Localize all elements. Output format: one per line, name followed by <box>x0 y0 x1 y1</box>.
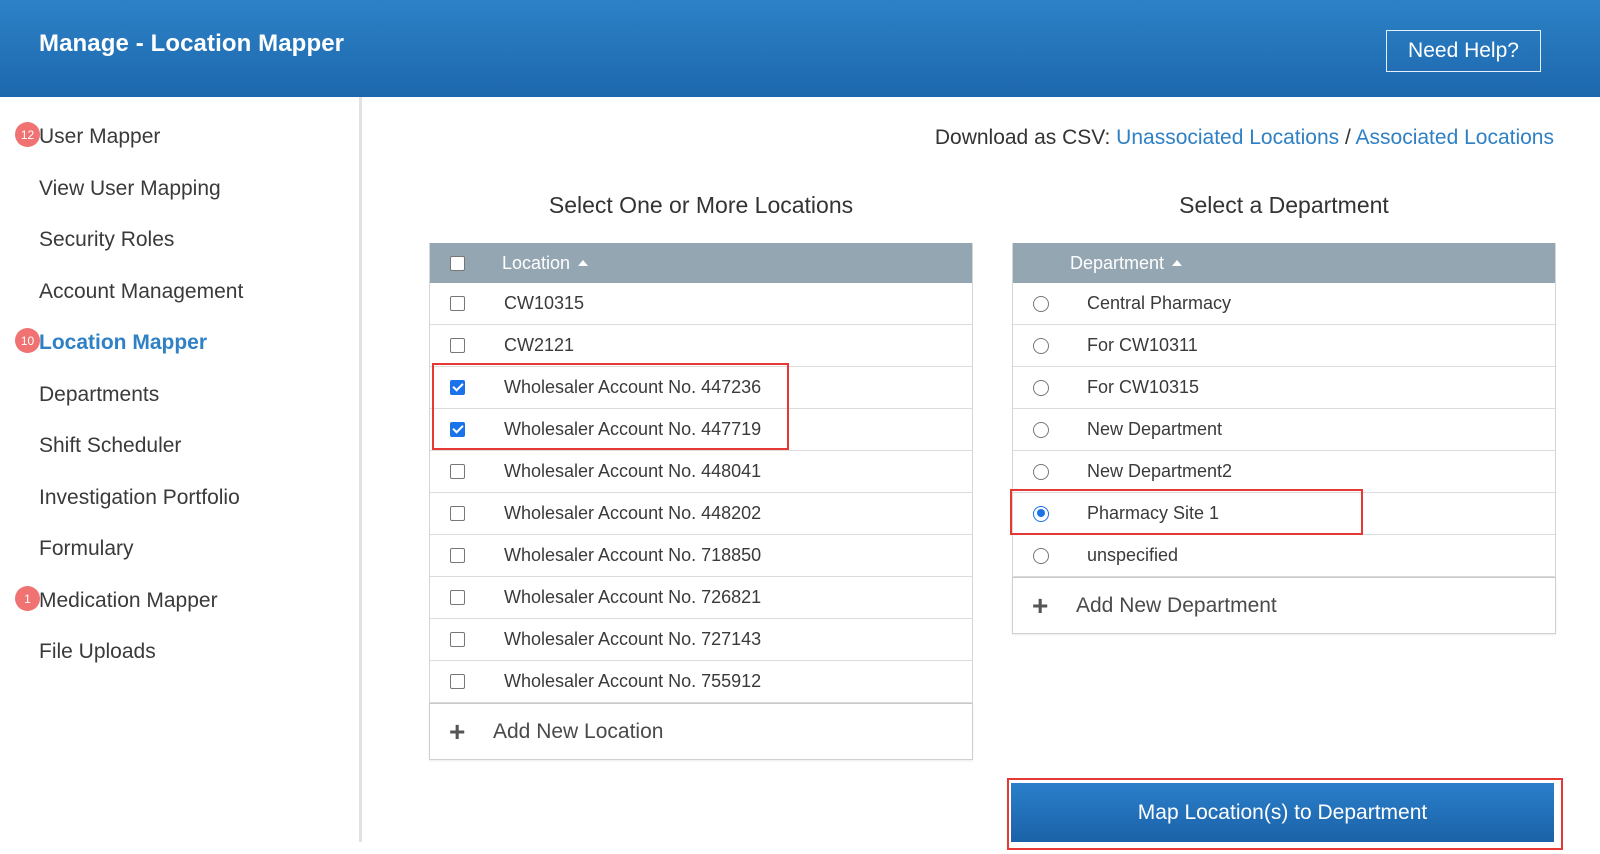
row-checkbox[interactable] <box>450 548 465 563</box>
row-radio[interactable] <box>1033 547 1049 564</box>
sidebar-item-user-mapper[interactable]: User Mapper <box>39 125 160 149</box>
department-label: New Department2 <box>1087 461 1233 481</box>
table-row[interactable]: CW10315 <box>430 283 972 325</box>
locations-grid: Location CW10315 CW2121 Wholesaler Accou… <box>429 243 973 760</box>
row-checkbox[interactable] <box>450 296 465 311</box>
sidebar-item-account-management[interactable]: Account Management <box>39 280 243 304</box>
table-row[interactable]: Wholesaler Account No. 447236 <box>430 367 972 409</box>
plus-icon: + <box>449 715 466 747</box>
plus-icon: + <box>1032 589 1049 621</box>
table-row[interactable]: Wholesaler Account No. 755912 <box>430 661 972 703</box>
sidebar-item-location-mapper[interactable]: Location Mapper <box>39 331 207 355</box>
location-label: CW2121 <box>504 335 575 355</box>
location-label: Wholesaler Account No. 718850 <box>504 545 762 565</box>
location-label: CW10315 <box>504 293 585 313</box>
select-all-checkbox[interactable] <box>450 255 465 271</box>
row-radio[interactable] <box>1033 295 1049 312</box>
row-radio[interactable] <box>1033 421 1049 438</box>
location-mapper-badge: 10 <box>15 328 40 353</box>
user-mapper-badge: 12 <box>15 122 40 147</box>
table-row[interactable]: Wholesaler Account No. 727143 <box>430 619 972 661</box>
row-checkbox[interactable] <box>450 674 465 689</box>
need-help-button[interactable]: Need Help? <box>1386 30 1541 72</box>
sidebar-item-view-user-mapping[interactable]: View User Mapping <box>39 177 221 201</box>
row-checkbox[interactable] <box>450 506 465 521</box>
departments-section-title: Select a Department <box>1179 192 1389 218</box>
sidebar: 12 User Mapper View User Mapping Securit… <box>0 97 362 842</box>
sidebar-item-medication-mapper[interactable]: Medication Mapper <box>39 589 218 613</box>
departments-grid-header: Department <box>1013 243 1555 283</box>
location-label: Wholesaler Account No. 755912 <box>504 671 762 691</box>
locations-section-title: Select One or More Locations <box>548 192 854 218</box>
location-label: Wholesaler Account No. 726821 <box>504 587 762 607</box>
csv-prefix: Download as CSV: <box>934 126 1111 149</box>
associated-locations-link[interactable]: Associated Locations <box>1356 126 1554 149</box>
map-locations-to-department-button[interactable]: Map Location(s) to Department <box>1011 783 1554 842</box>
page-title: Manage - Location Mapper <box>39 30 345 57</box>
add-new-department-button[interactable]: + Add New Department <box>1012 577 1556 634</box>
table-row[interactable]: Wholesaler Account No. 448041 <box>430 451 972 493</box>
table-row[interactable]: For CW10315 <box>1013 367 1555 409</box>
row-radio[interactable] <box>1033 379 1049 396</box>
sidebar-item-departments[interactable]: Departments <box>39 383 159 407</box>
table-row[interactable]: New Department2 <box>1013 451 1555 493</box>
table-row[interactable]: New Department <box>1013 409 1555 451</box>
department-label: Pharmacy Site 1 <box>1087 503 1220 523</box>
row-checkbox[interactable] <box>450 632 465 647</box>
department-column-header[interactable]: Department <box>1070 253 1183 274</box>
row-checkbox[interactable] <box>450 422 465 437</box>
row-checkbox[interactable] <box>450 338 465 353</box>
department-label: New Department <box>1087 419 1223 439</box>
medication-mapper-badge: 1 <box>15 586 40 611</box>
add-location-label: Add New Location <box>493 719 664 743</box>
row-checkbox[interactable] <box>450 590 465 605</box>
row-checkbox[interactable] <box>450 464 465 479</box>
sidebar-item-formulary[interactable]: Formulary <box>39 537 134 561</box>
location-label: Wholesaler Account No. 447719 <box>504 419 762 439</box>
add-department-label: Add New Department <box>1076 593 1277 617</box>
department-label: For CW10315 <box>1087 377 1200 397</box>
table-row[interactable]: Central Pharmacy <box>1013 283 1555 325</box>
row-radio[interactable] <box>1033 505 1049 522</box>
table-row[interactable]: For CW10311 <box>1013 325 1555 367</box>
sidebar-item-investigation-portfolio[interactable]: Investigation Portfolio <box>39 486 240 510</box>
add-new-location-button[interactable]: + Add New Location <box>429 703 973 760</box>
app-header: Manage - Location Mapper Need Help? <box>0 0 1600 97</box>
table-row[interactable]: unspecified <box>1013 535 1555 577</box>
department-label: unspecified <box>1087 545 1179 565</box>
row-radio[interactable] <box>1033 337 1049 354</box>
row-checkbox[interactable] <box>450 380 465 395</box>
csv-download: Download as CSV: Unassociated Locations … <box>935 126 1554 150</box>
table-row[interactable]: Pharmacy Site 1 <box>1013 493 1555 535</box>
departments-grid: Department Central Pharmacy For CW10311 … <box>1012 243 1556 634</box>
table-row[interactable]: Wholesaler Account No. 447719 <box>430 409 972 451</box>
csv-separator: / <box>1345 126 1351 149</box>
location-column-header[interactable]: Location <box>502 253 589 274</box>
sort-asc-icon <box>578 259 589 266</box>
sort-asc-icon <box>1172 259 1183 266</box>
location-label: Wholesaler Account No. 448202 <box>504 503 762 523</box>
location-label: Wholesaler Account No. 727143 <box>504 629 762 649</box>
row-radio[interactable] <box>1033 463 1049 480</box>
unassociated-locations-link[interactable]: Unassociated Locations <box>1116 126 1339 149</box>
sidebar-item-security-roles[interactable]: Security Roles <box>39 228 174 252</box>
locations-grid-header: Location <box>430 243 972 283</box>
table-row[interactable]: Wholesaler Account No. 448202 <box>430 493 972 535</box>
table-row[interactable]: Wholesaler Account No. 726821 <box>430 577 972 619</box>
table-row[interactable]: CW2121 <box>430 325 972 367</box>
department-label: For CW10311 <box>1087 335 1198 355</box>
department-label: Central Pharmacy <box>1087 293 1232 313</box>
sidebar-item-file-uploads[interactable]: File Uploads <box>39 640 156 664</box>
location-label: Wholesaler Account No. 447236 <box>504 377 762 397</box>
sidebar-item-shift-scheduler[interactable]: Shift Scheduler <box>39 434 181 458</box>
location-label: Wholesaler Account No. 448041 <box>504 461 762 481</box>
table-row[interactable]: Wholesaler Account No. 718850 <box>430 535 972 577</box>
